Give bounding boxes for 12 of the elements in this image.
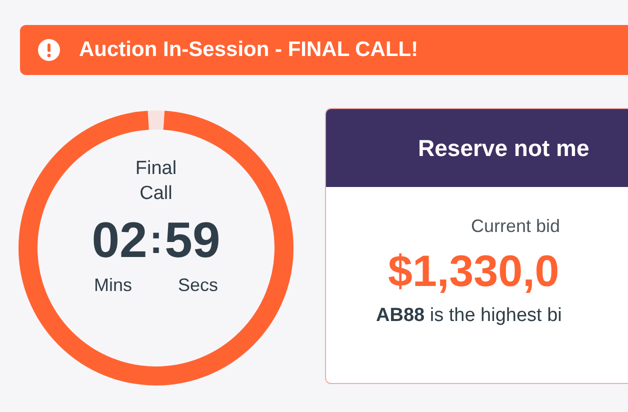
minutes-label: Mins [94, 274, 132, 297]
highest-bidder-text: AB88 is the highest bi [375, 304, 563, 328]
reserve-status: Reserve not me [418, 134, 590, 163]
minutes-value: 02 [92, 212, 148, 268]
seconds-label: Secs [178, 274, 218, 297]
alert-icon [38, 39, 60, 61]
seconds-value: 59 [164, 212, 220, 268]
bid-amount: $1,330,0 [387, 246, 560, 298]
timer-label: Final Call [134, 157, 178, 206]
bid-caption: Current bid [470, 215, 562, 238]
time-separator: : [149, 217, 163, 264]
alert-text: Auction In-Session - FINAL CALL! [79, 37, 418, 64]
